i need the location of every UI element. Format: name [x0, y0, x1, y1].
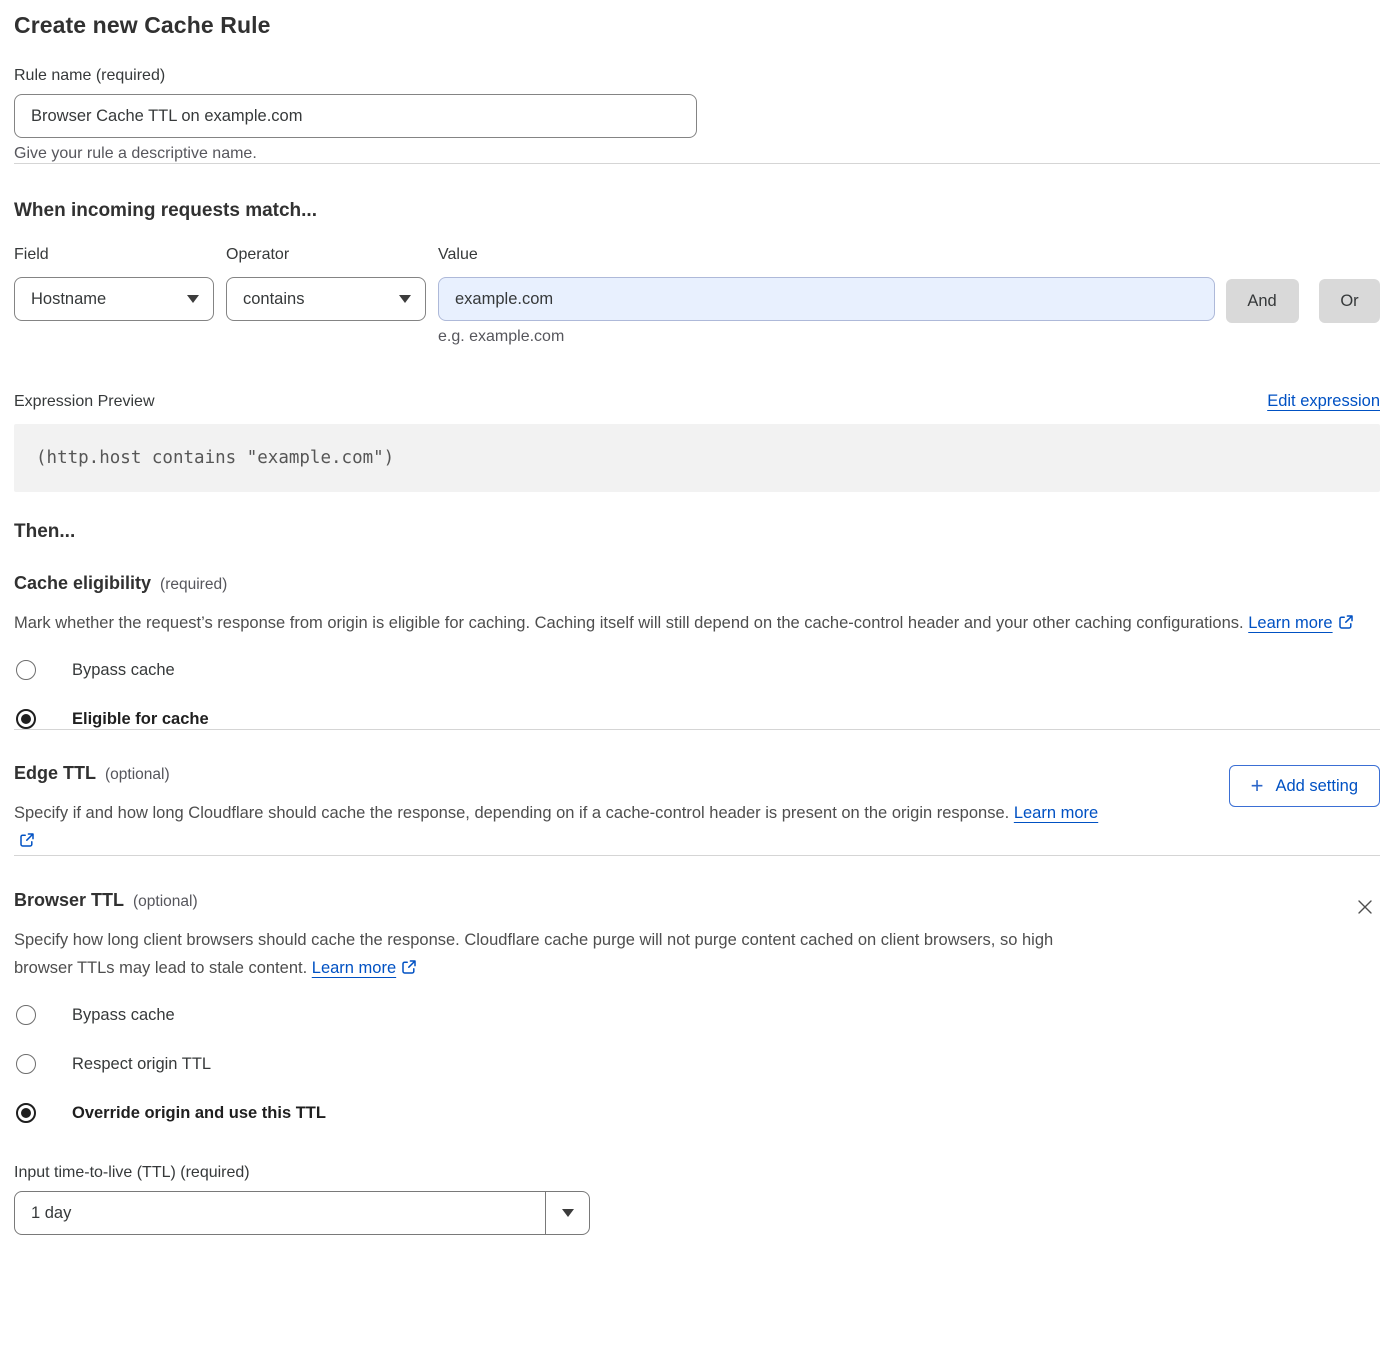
cache-eligibility-section: Cache eligibility (required) Mark whethe… [14, 573, 1380, 729]
field-select[interactable]: Hostname [14, 277, 214, 321]
radio-eligible-for-cache[interactable]: Eligible for cache [14, 709, 1380, 729]
expression-preview-label: Expression Preview [14, 393, 155, 411]
rule-name-input[interactable] [14, 94, 697, 138]
operator-column: Operator contains [226, 246, 426, 346]
chevron-down-icon [187, 295, 199, 303]
plus-icon: + [1251, 775, 1264, 797]
edit-expression-link[interactable]: Edit expression [1267, 392, 1380, 411]
radio-bypass-cache[interactable]: Bypass cache [14, 660, 1380, 680]
external-link-icon [401, 959, 417, 975]
learn-more-link[interactable]: Learn more [1248, 614, 1332, 632]
page-title: Create new Cache Rule [14, 12, 1380, 39]
expression-preview-section: Expression Preview Edit expression (http… [14, 392, 1380, 492]
ttl-select-value: 1 day [15, 1192, 545, 1234]
external-link-icon [19, 832, 35, 848]
and-or-buttons: And Or [1226, 246, 1380, 346]
browser-ttl-section: Browser TTL (optional) Specify how long … [14, 890, 1380, 1235]
operator-select-value: contains [243, 290, 304, 309]
operator-label: Operator [226, 246, 426, 264]
radio-icon [16, 1005, 36, 1025]
add-setting-button[interactable]: + Add setting [1229, 765, 1380, 807]
close-icon [1354, 896, 1376, 918]
match-heading: When incoming requests match... [14, 200, 1380, 222]
value-column: Value e.g. example.com [438, 246, 1215, 346]
browser-ttl-optional-tag: (optional) [133, 893, 198, 911]
divider [14, 855, 1380, 856]
value-label: Value [438, 246, 1215, 264]
create-cache-rule-form: Create new Cache Rule Rule name (require… [14, 0, 1380, 1235]
radio-respect-origin-ttl[interactable]: Respect origin TTL [14, 1054, 1380, 1074]
remove-browser-ttl-button[interactable] [1350, 892, 1380, 925]
cache-eligibility-description: Mark whether the request’s response from… [14, 609, 1380, 637]
then-heading: Then... [14, 521, 1380, 543]
learn-more-link[interactable]: Learn more [1014, 804, 1098, 822]
rule-name-section: Rule name (required) Give your rule a de… [14, 67, 1380, 163]
divider [14, 729, 1380, 730]
edge-ttl-section: Edge TTL (optional) Specify if and how l… [14, 763, 1380, 855]
edge-ttl-title: Edge TTL [14, 763, 96, 784]
radio-icon [16, 1103, 36, 1123]
learn-more-link[interactable]: Learn more [312, 959, 396, 977]
radio-override-origin-ttl[interactable]: Override origin and use this TTL [14, 1103, 1380, 1123]
field-select-value: Hostname [31, 290, 106, 309]
rule-name-label: Rule name (required) [14, 67, 165, 84]
match-condition-row: Field Hostname Operator contains Value e… [14, 246, 1380, 346]
edge-ttl-description: Specify if and how long Cloudflare shoul… [14, 799, 1114, 855]
radio-icon [16, 660, 36, 680]
expression-code: (http.host contains "example.com") [14, 424, 1380, 492]
divider [14, 163, 1380, 164]
radio-icon [16, 1054, 36, 1074]
and-button[interactable]: And [1226, 279, 1299, 323]
value-helper: e.g. example.com [438, 328, 1215, 346]
ttl-select[interactable]: 1 day [14, 1191, 590, 1235]
browser-ttl-description: Specify how long client browsers should … [14, 926, 1094, 982]
radio-browser-bypass-cache[interactable]: Bypass cache [14, 1005, 1380, 1025]
operator-select[interactable]: contains [226, 277, 426, 321]
chevron-down-icon [562, 1209, 574, 1217]
ttl-input-section: Input time-to-live (TTL) (required) 1 da… [14, 1164, 1380, 1235]
or-button[interactable]: Or [1319, 279, 1380, 323]
ttl-input-label: Input time-to-live (TTL) (required) [14, 1164, 250, 1181]
value-input[interactable] [438, 277, 1215, 321]
radio-icon [16, 709, 36, 729]
cache-eligibility-required-tag: (required) [160, 576, 227, 594]
edge-ttl-optional-tag: (optional) [105, 766, 170, 784]
cache-eligibility-title: Cache eligibility [14, 573, 151, 594]
external-link-icon [1338, 614, 1354, 630]
ttl-select-arrow-button[interactable] [545, 1192, 589, 1234]
browser-ttl-title: Browser TTL [14, 890, 124, 911]
rule-name-helper: Give your rule a descriptive name. [14, 145, 1380, 163]
field-column: Field Hostname [14, 246, 214, 346]
chevron-down-icon [399, 295, 411, 303]
field-label: Field [14, 246, 214, 264]
